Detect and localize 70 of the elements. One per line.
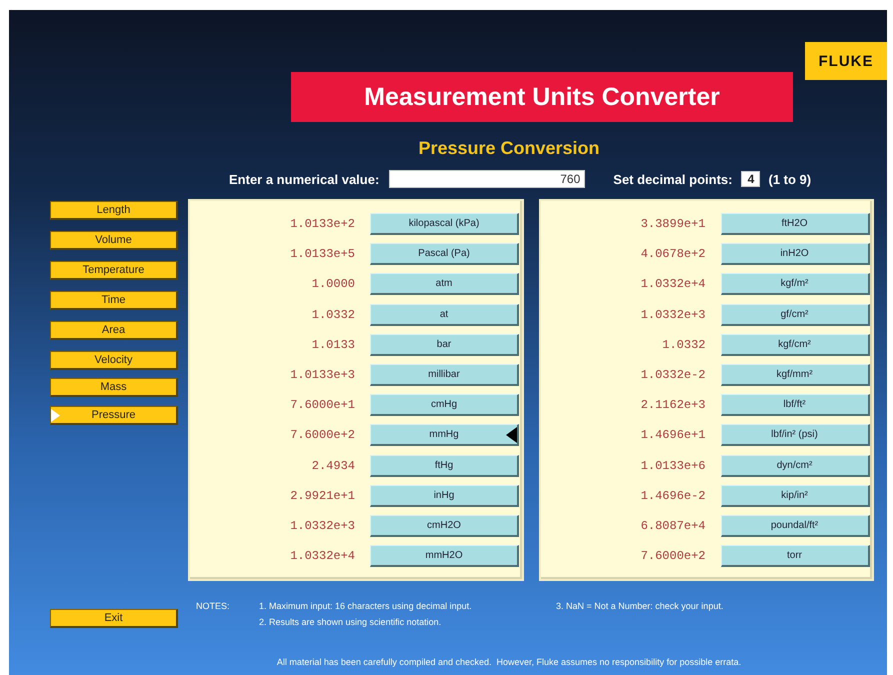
logo: FLUKE	[805, 42, 887, 80]
exit-button[interactable]: Exit	[50, 609, 178, 628]
decimals-range-hint: (1 to 9)	[768, 172, 812, 186]
unit-button[interactable]: kgf/m²	[720, 273, 870, 296]
unit-button[interactable]: gf/cm²	[720, 304, 870, 326]
category-button[interactable]: Volume	[50, 231, 178, 250]
notes-label: NOTES:	[196, 600, 231, 613]
converted-value: 1.0133e+6	[640, 458, 706, 472]
unit-button[interactable]: poundal/ft²	[720, 514, 870, 537]
unit-button[interactable]: ftHg	[370, 454, 519, 476]
unit-button[interactable]: kgf/mm²	[720, 364, 870, 386]
unit-button[interactable]: mmHg	[370, 424, 519, 446]
converted-value: 1.0133e+2	[289, 217, 355, 231]
unit-button[interactable]: millibar	[370, 364, 519, 386]
note-text: 2. Results are shown using scientific notation.	[259, 616, 442, 629]
converted-value: 1.0332e+4	[289, 549, 355, 564]
converted-value: 1.0000	[310, 277, 355, 292]
input-label: Enter a numerical value:	[229, 172, 380, 186]
converted-value: 3.3899e+1	[640, 217, 706, 231]
unit-button[interactable]: kgf/cm²	[720, 334, 870, 356]
category-button[interactable]: Length	[50, 201, 178, 220]
section-heading: Pressure Conversion	[418, 138, 600, 159]
converted-value: 4.0678e+2	[640, 247, 706, 262]
converted-value: 1.0133e+3	[289, 368, 355, 382]
unit-button[interactable]: kip/in²	[720, 484, 870, 507]
unit-button[interactable]: mmH2O	[370, 545, 519, 568]
converted-value: 2.9921e+1	[289, 488, 355, 503]
converted-value: 7.6000e+2	[640, 549, 706, 564]
unit-button[interactable]: ftH2O	[720, 213, 870, 235]
unit-button[interactable]: lbf/ft²	[720, 394, 870, 416]
converted-value: 2.1162e+3	[640, 398, 706, 412]
unit-button[interactable]: torr	[720, 545, 870, 568]
converted-value: 1.0332e-2	[640, 368, 706, 382]
unit-button[interactable]: at	[370, 304, 519, 326]
note-text: 3. NaN = Not a Number: check your input.	[556, 600, 724, 613]
category-button[interactable]: Time	[50, 291, 178, 310]
unit-button[interactable]: kilopascal (kPa)	[370, 213, 519, 235]
converted-value: 1.0133e+5	[289, 247, 355, 262]
converted-value: 7.6000e+1	[289, 398, 355, 412]
converted-value: 2.4934	[310, 458, 355, 472]
category-button[interactable]: Pressure	[50, 406, 178, 425]
unit-button[interactable]: Pascal (Pa)	[370, 243, 519, 266]
unit-button[interactable]: lbf/in² (psi)	[720, 424, 870, 446]
title-banner: Measurement Units Converter	[291, 72, 793, 122]
category-button[interactable]: Velocity	[50, 351, 178, 370]
category-button[interactable]: Area	[50, 321, 178, 340]
converted-value: 1.0332e+4	[640, 277, 706, 292]
converted-value: 1.4696e-2	[640, 488, 706, 503]
unit-button[interactable]: inHg	[370, 484, 519, 507]
unit-button[interactable]: inH2O	[720, 243, 870, 266]
converted-value: 6.8087e+4	[640, 518, 706, 533]
note-text: 1. Maximum input: 16 characters using decimal input.	[259, 600, 473, 613]
category-button[interactable]: Mass	[50, 378, 178, 397]
converted-value: 1.4696e+1	[640, 428, 706, 442]
converted-value: 1.0332	[310, 308, 355, 322]
converted-value: 1.0332e+3	[289, 518, 355, 533]
value-input-field[interactable]: 760	[389, 170, 586, 188]
converted-value: 7.6000e+2	[289, 428, 355, 442]
unit-button[interactable]: cmH2O	[370, 514, 519, 537]
unit-button[interactable]: dyn/cm²	[720, 454, 870, 476]
unit-button[interactable]: bar	[370, 334, 519, 356]
converted-value: 1.0332	[661, 338, 706, 352]
converted-value: 1.0133	[310, 338, 355, 352]
disclaimer-text: All material has been carefully compiled and checked. However, Fluke assumes no responsibility for possible errata.	[276, 657, 742, 667]
decimals-field[interactable]: 4	[741, 171, 760, 187]
unit-button[interactable]: cmHg	[370, 394, 519, 416]
category-button[interactable]: Temperature	[50, 261, 178, 280]
decimals-label: Set decimal points:	[613, 172, 732, 186]
unit-button[interactable]: atm	[370, 273, 519, 296]
converted-value: 1.0332e+3	[640, 308, 706, 322]
